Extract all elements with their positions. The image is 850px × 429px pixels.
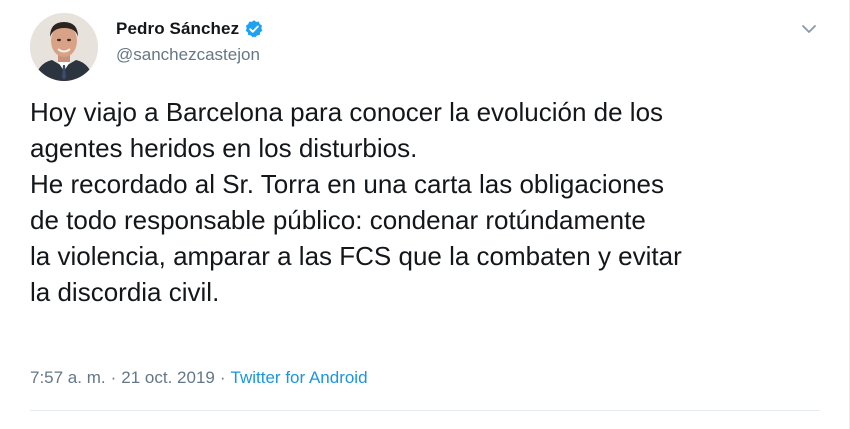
author-display-name[interactable]: Pedro Sánchez xyxy=(116,19,239,39)
tweet-text-line: de todo responsable público: condenar ro… xyxy=(30,205,646,235)
tweet-text-line: la discordia civil. xyxy=(30,277,220,307)
tweet-source-link[interactable]: Twitter for Android xyxy=(231,368,368,388)
divider xyxy=(30,410,820,411)
meta-separator: · xyxy=(110,368,117,387)
tweet-metadata: 7:57 a. m. · 21 oct. 2019 · Twitter for … xyxy=(30,366,368,390)
tweet-text-line: la violencia, amparar a las FCS que la c… xyxy=(30,241,682,271)
author-handle[interactable]: @sanchezcastejon xyxy=(116,45,260,65)
meta-separator: · xyxy=(219,368,226,387)
verified-badge-icon xyxy=(244,19,264,39)
avatar[interactable] xyxy=(30,13,98,81)
author-name-row[interactable]: Pedro Sánchez xyxy=(116,18,264,40)
tweet-date[interactable]: 21 oct. 2019 xyxy=(121,368,215,388)
tweet-text-line: agentes heridos en los disturbios. xyxy=(30,133,418,163)
tweet-time[interactable]: 7:57 a. m. xyxy=(30,368,106,388)
tweet-text-line: Hoy viajo a Barcelona para conocer la ev… xyxy=(30,97,664,127)
tweet-text-line: He recordado al Sr. Torra en una carta l… xyxy=(30,169,665,199)
tweet-card: Pedro Sánchez @sanchezcastejon Hoy viajo… xyxy=(0,0,850,429)
chevron-down-icon[interactable] xyxy=(798,22,820,36)
tweet-text: Hoy viajo a Barcelona para conocer la ev… xyxy=(30,94,820,310)
